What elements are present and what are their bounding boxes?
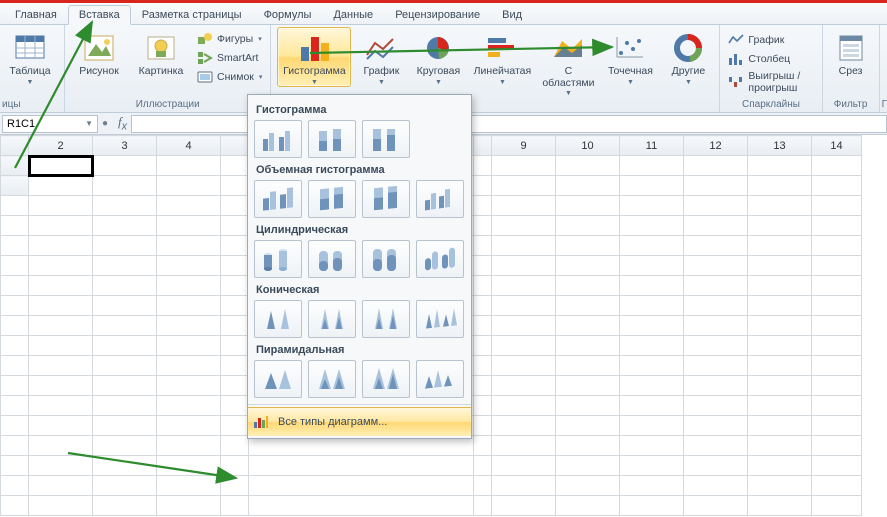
tab-formulas[interactable]: Формулы bbox=[253, 5, 323, 24]
donut-chart-icon bbox=[672, 32, 704, 64]
chart-3d-column[interactable] bbox=[416, 180, 464, 218]
shapes-button[interactable]: Фигуры▾ bbox=[195, 30, 264, 48]
fx-icon: fx bbox=[118, 114, 127, 133]
picture-button[interactable]: Рисунок bbox=[71, 27, 127, 79]
section-title: Гистограмма bbox=[256, 104, 465, 116]
shapes-icon bbox=[197, 31, 213, 47]
area-chart-icon bbox=[552, 32, 584, 64]
group-filter-label: Фильтр bbox=[834, 99, 868, 112]
sparkline-line-button[interactable]: График bbox=[726, 31, 815, 49]
chart-cyl-clustered[interactable] bbox=[254, 240, 302, 278]
sparkline-line-icon bbox=[728, 32, 744, 48]
group-sparklines-label: Спарклайны bbox=[742, 99, 800, 112]
area-chart-button[interactable]: С областями ▼ bbox=[539, 27, 597, 98]
chart-stacked-column[interactable] bbox=[308, 120, 356, 158]
chart-pyr-stacked[interactable] bbox=[308, 360, 356, 398]
picture-icon bbox=[83, 32, 115, 64]
slicer-button[interactable]: Срез bbox=[829, 27, 873, 79]
chart-clustered-column[interactable] bbox=[254, 120, 302, 158]
slicer-icon bbox=[835, 32, 867, 64]
chevron-down-icon: ▼ bbox=[27, 79, 34, 86]
tab-insert[interactable]: Вставка bbox=[68, 5, 131, 25]
chart-cone-3d[interactable] bbox=[416, 300, 464, 338]
histogram-button[interactable]: Гистограмма ▼ bbox=[277, 27, 351, 87]
group-tables-label: ицы bbox=[2, 99, 21, 112]
bar-chart-icon bbox=[486, 32, 518, 64]
chart-cyl-stacked[interactable] bbox=[308, 240, 356, 278]
group-illustrations-label: Иллюстрации bbox=[136, 99, 200, 112]
screenshot-icon bbox=[197, 69, 213, 85]
chart-cyl-3d[interactable] bbox=[416, 240, 464, 278]
pie-chart-icon bbox=[422, 32, 454, 64]
line-chart-icon bbox=[365, 32, 397, 64]
sparkline-winloss-icon bbox=[728, 74, 744, 90]
chart-pyr-3d[interactable] bbox=[416, 360, 464, 398]
chart-pyr-clustered[interactable] bbox=[254, 360, 302, 398]
smartart-icon bbox=[197, 50, 213, 66]
tab-review[interactable]: Рецензирование bbox=[384, 5, 491, 24]
table-button[interactable]: Таблица ▼ bbox=[2, 27, 58, 87]
chart-cone-stacked[interactable] bbox=[308, 300, 356, 338]
tab-layout[interactable]: Разметка страницы bbox=[131, 5, 253, 24]
all-charts-icon bbox=[252, 413, 270, 431]
all-chart-types-button[interactable]: Все типы диаграмм... bbox=[248, 407, 471, 436]
sparkline-column-button[interactable]: Столбец bbox=[726, 50, 815, 68]
ribbon-tabs: Главная Вставка Разметка страницы Формул… bbox=[0, 3, 887, 25]
other-charts-button[interactable]: Другие ▼ bbox=[663, 27, 713, 87]
chart-pyr-100stacked[interactable] bbox=[362, 360, 410, 398]
name-box[interactable]: R1C1 ▼ bbox=[2, 115, 98, 133]
pie-chart-button[interactable]: Круговая ▼ bbox=[411, 27, 465, 87]
chart-3d-stacked[interactable] bbox=[308, 180, 356, 218]
chart-100stacked-column[interactable] bbox=[362, 120, 410, 158]
chart-3d-100stacked[interactable] bbox=[362, 180, 410, 218]
active-cell[interactable] bbox=[29, 156, 93, 176]
tab-view[interactable]: Вид bbox=[491, 5, 533, 24]
tab-home[interactable]: Главная bbox=[4, 5, 68, 24]
tab-data[interactable]: Данные bbox=[322, 5, 384, 24]
chart-3d-clustered[interactable] bbox=[254, 180, 302, 218]
line-chart-button[interactable]: График ▼ bbox=[357, 27, 405, 87]
chart-cone-clustered[interactable] bbox=[254, 300, 302, 338]
clipart-button[interactable]: Картинка bbox=[133, 27, 189, 79]
table-icon bbox=[14, 32, 46, 64]
bar-chart-button[interactable]: Линейчатая ▼ bbox=[471, 27, 533, 87]
clipart-icon bbox=[145, 32, 177, 64]
histogram-dropdown: Гистограмма Объемная гистограмма Цилиндр… bbox=[247, 94, 472, 439]
sparkline-column-icon bbox=[728, 51, 744, 67]
chart-cone-100stacked[interactable] bbox=[362, 300, 410, 338]
smartart-button[interactable]: SmartArt bbox=[195, 49, 264, 67]
formula-input[interactable] bbox=[131, 115, 887, 133]
chevron-down-icon: ▼ bbox=[85, 119, 93, 128]
chevron-down-icon: ▼ bbox=[311, 79, 318, 86]
sparkline-winloss-button[interactable]: Выигрыш / проигрыш bbox=[726, 69, 815, 95]
column-chart-icon bbox=[298, 32, 330, 64]
scatter-chart-icon bbox=[614, 32, 646, 64]
scatter-chart-button[interactable]: Точечная ▼ bbox=[603, 27, 657, 87]
chart-cyl-100stacked[interactable] bbox=[362, 240, 410, 278]
screenshot-button[interactable]: Снимок▾ bbox=[195, 68, 264, 86]
